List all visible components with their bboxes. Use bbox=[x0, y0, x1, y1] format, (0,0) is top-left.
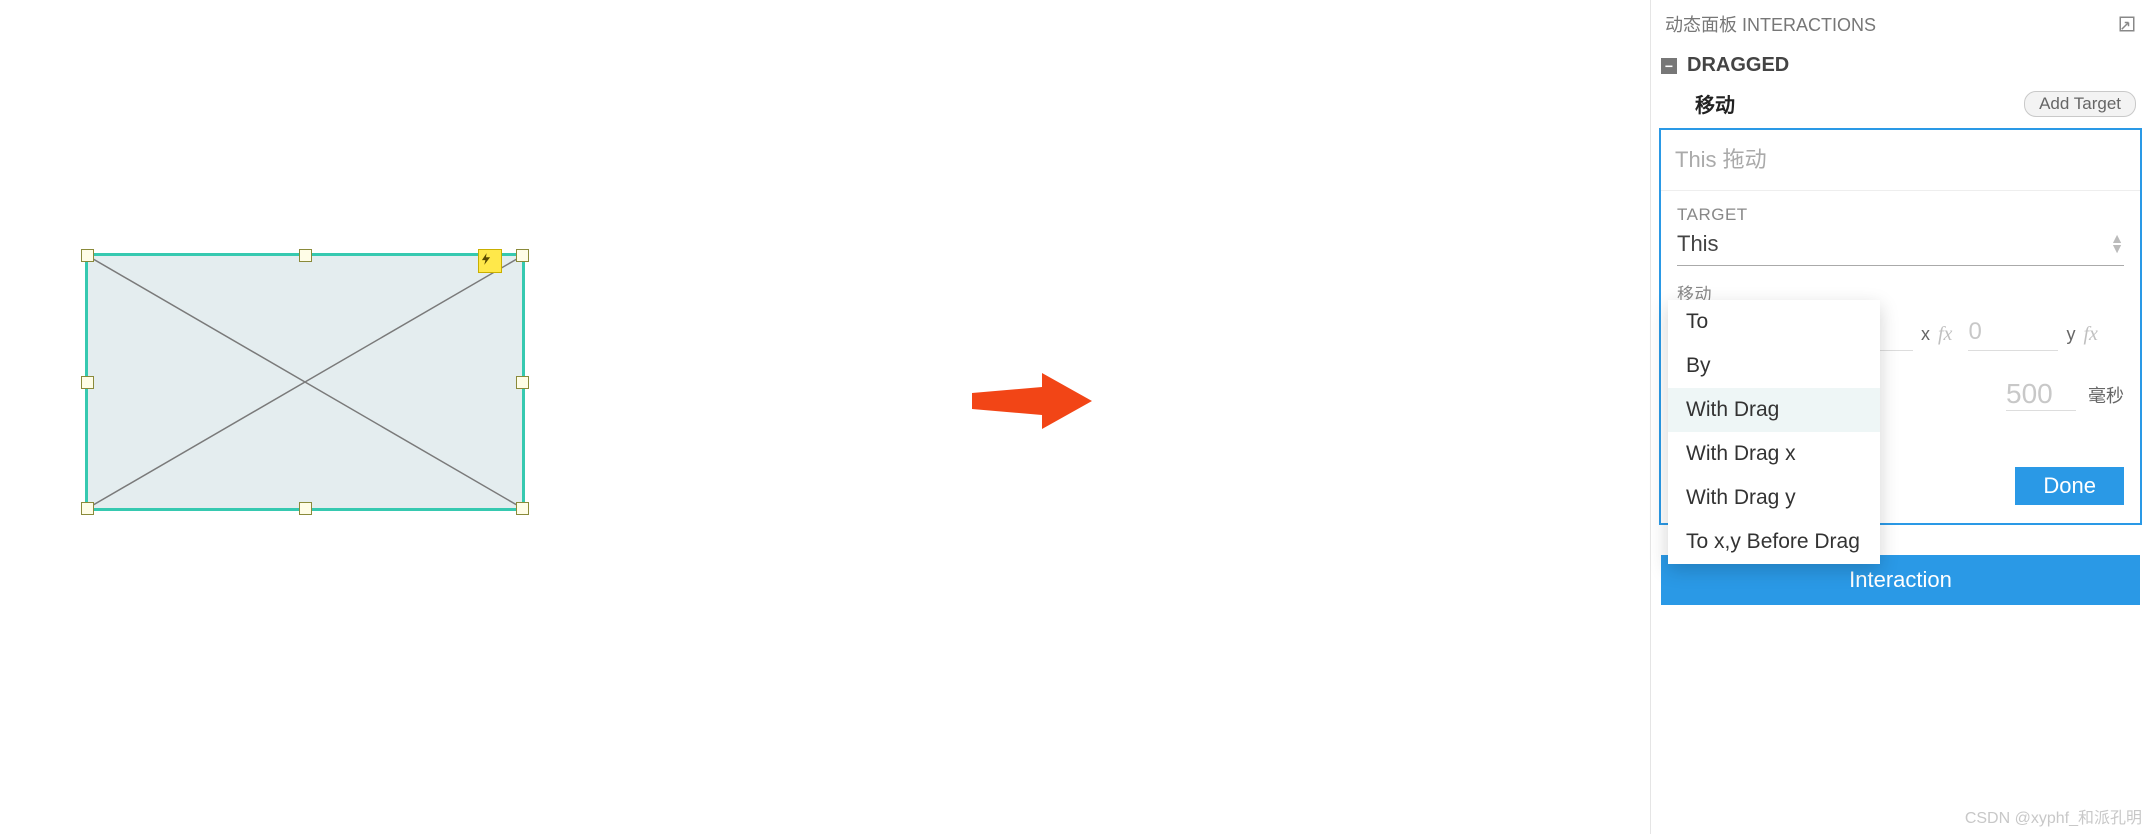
interaction-indicator-icon[interactable] bbox=[478, 249, 502, 273]
resize-handle-br[interactable] bbox=[516, 502, 529, 515]
y-field: 0 y fx bbox=[1968, 318, 2097, 351]
fx-icon[interactable]: fx bbox=[2083, 323, 2097, 346]
chevron-updown-icon: ▲▼ bbox=[2110, 234, 2124, 254]
action-row: 移动 Add Target bbox=[1651, 83, 2150, 128]
dropdown-item-to[interactable]: To bbox=[1668, 300, 1880, 344]
move-type-dropdown: To By With Drag With Drag x With Drag y … bbox=[1668, 300, 1880, 564]
action-name: 移动 bbox=[1695, 89, 1735, 118]
target-section: TARGET This ▲▼ bbox=[1661, 191, 2140, 266]
event-name: DRAGGED bbox=[1687, 54, 1789, 77]
duration-unit: 毫秒 bbox=[2088, 382, 2124, 408]
panel-link-icon[interactable] bbox=[2118, 15, 2136, 33]
x-axis-label: x bbox=[1921, 324, 1930, 345]
watermark: CSDN @xyphf_和派孔明 bbox=[1965, 804, 2142, 828]
target-select[interactable]: This ▲▼ bbox=[1677, 229, 2124, 266]
widget-placeholder-x bbox=[88, 256, 522, 508]
dropdown-item-with-drag-x[interactable]: With Drag x bbox=[1668, 432, 1880, 476]
duration-input[interactable]: 500 bbox=[2006, 378, 2076, 411]
fx-icon[interactable]: fx bbox=[1938, 323, 1952, 346]
dropdown-item-with-drag-y[interactable]: With Drag y bbox=[1668, 476, 1880, 520]
design-canvas[interactable] bbox=[0, 0, 1060, 834]
event-row[interactable]: − DRAGGED bbox=[1651, 48, 2150, 83]
resize-handle-mr[interactable] bbox=[516, 376, 529, 389]
panel-title: 动态面板 INTERACTIONS bbox=[1665, 11, 1876, 37]
done-button[interactable]: Done bbox=[2015, 467, 2124, 505]
panel-header: 动态面板 INTERACTIONS bbox=[1651, 0, 2150, 48]
add-target-button[interactable]: Add Target bbox=[2024, 91, 2136, 117]
target-value: This bbox=[1677, 231, 1719, 257]
y-axis-label: y bbox=[2066, 324, 2075, 345]
resize-handle-tr[interactable] bbox=[516, 249, 529, 262]
selected-widget[interactable] bbox=[85, 253, 525, 511]
collapse-icon[interactable]: − bbox=[1661, 58, 1677, 74]
y-input[interactable]: 0 bbox=[1968, 318, 2058, 351]
resize-handle-tm[interactable] bbox=[299, 249, 312, 262]
resize-handle-tl[interactable] bbox=[81, 249, 94, 262]
annotation-arrow-icon bbox=[972, 373, 1092, 429]
target-label: TARGET bbox=[1677, 205, 2124, 225]
dropdown-item-to-before-drag[interactable]: To x,y Before Drag bbox=[1668, 520, 1880, 564]
dropdown-item-with-drag[interactable]: With Drag bbox=[1668, 388, 1880, 432]
dropdown-item-by[interactable]: By bbox=[1668, 344, 1880, 388]
resize-handle-ml[interactable] bbox=[81, 376, 94, 389]
resize-handle-bm[interactable] bbox=[299, 502, 312, 515]
resize-handle-bl[interactable] bbox=[81, 502, 94, 515]
action-summary: This 拖动 bbox=[1661, 130, 2140, 191]
